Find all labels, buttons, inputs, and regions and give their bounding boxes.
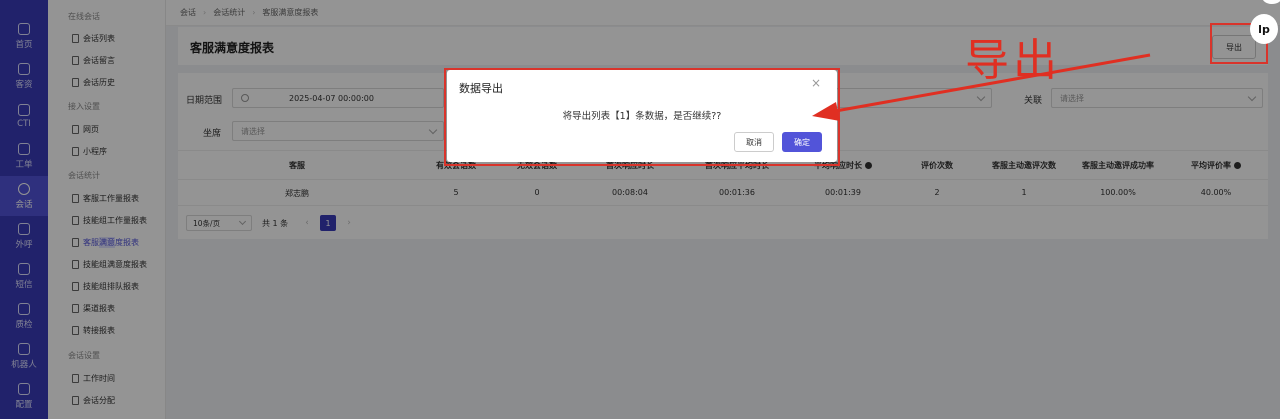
arrow-shaft <box>829 53 1151 114</box>
arrow-head <box>812 102 840 121</box>
floating-widget-icon[interactable]: lp <box>1250 14 1278 44</box>
annotation-arrow <box>812 53 1151 121</box>
